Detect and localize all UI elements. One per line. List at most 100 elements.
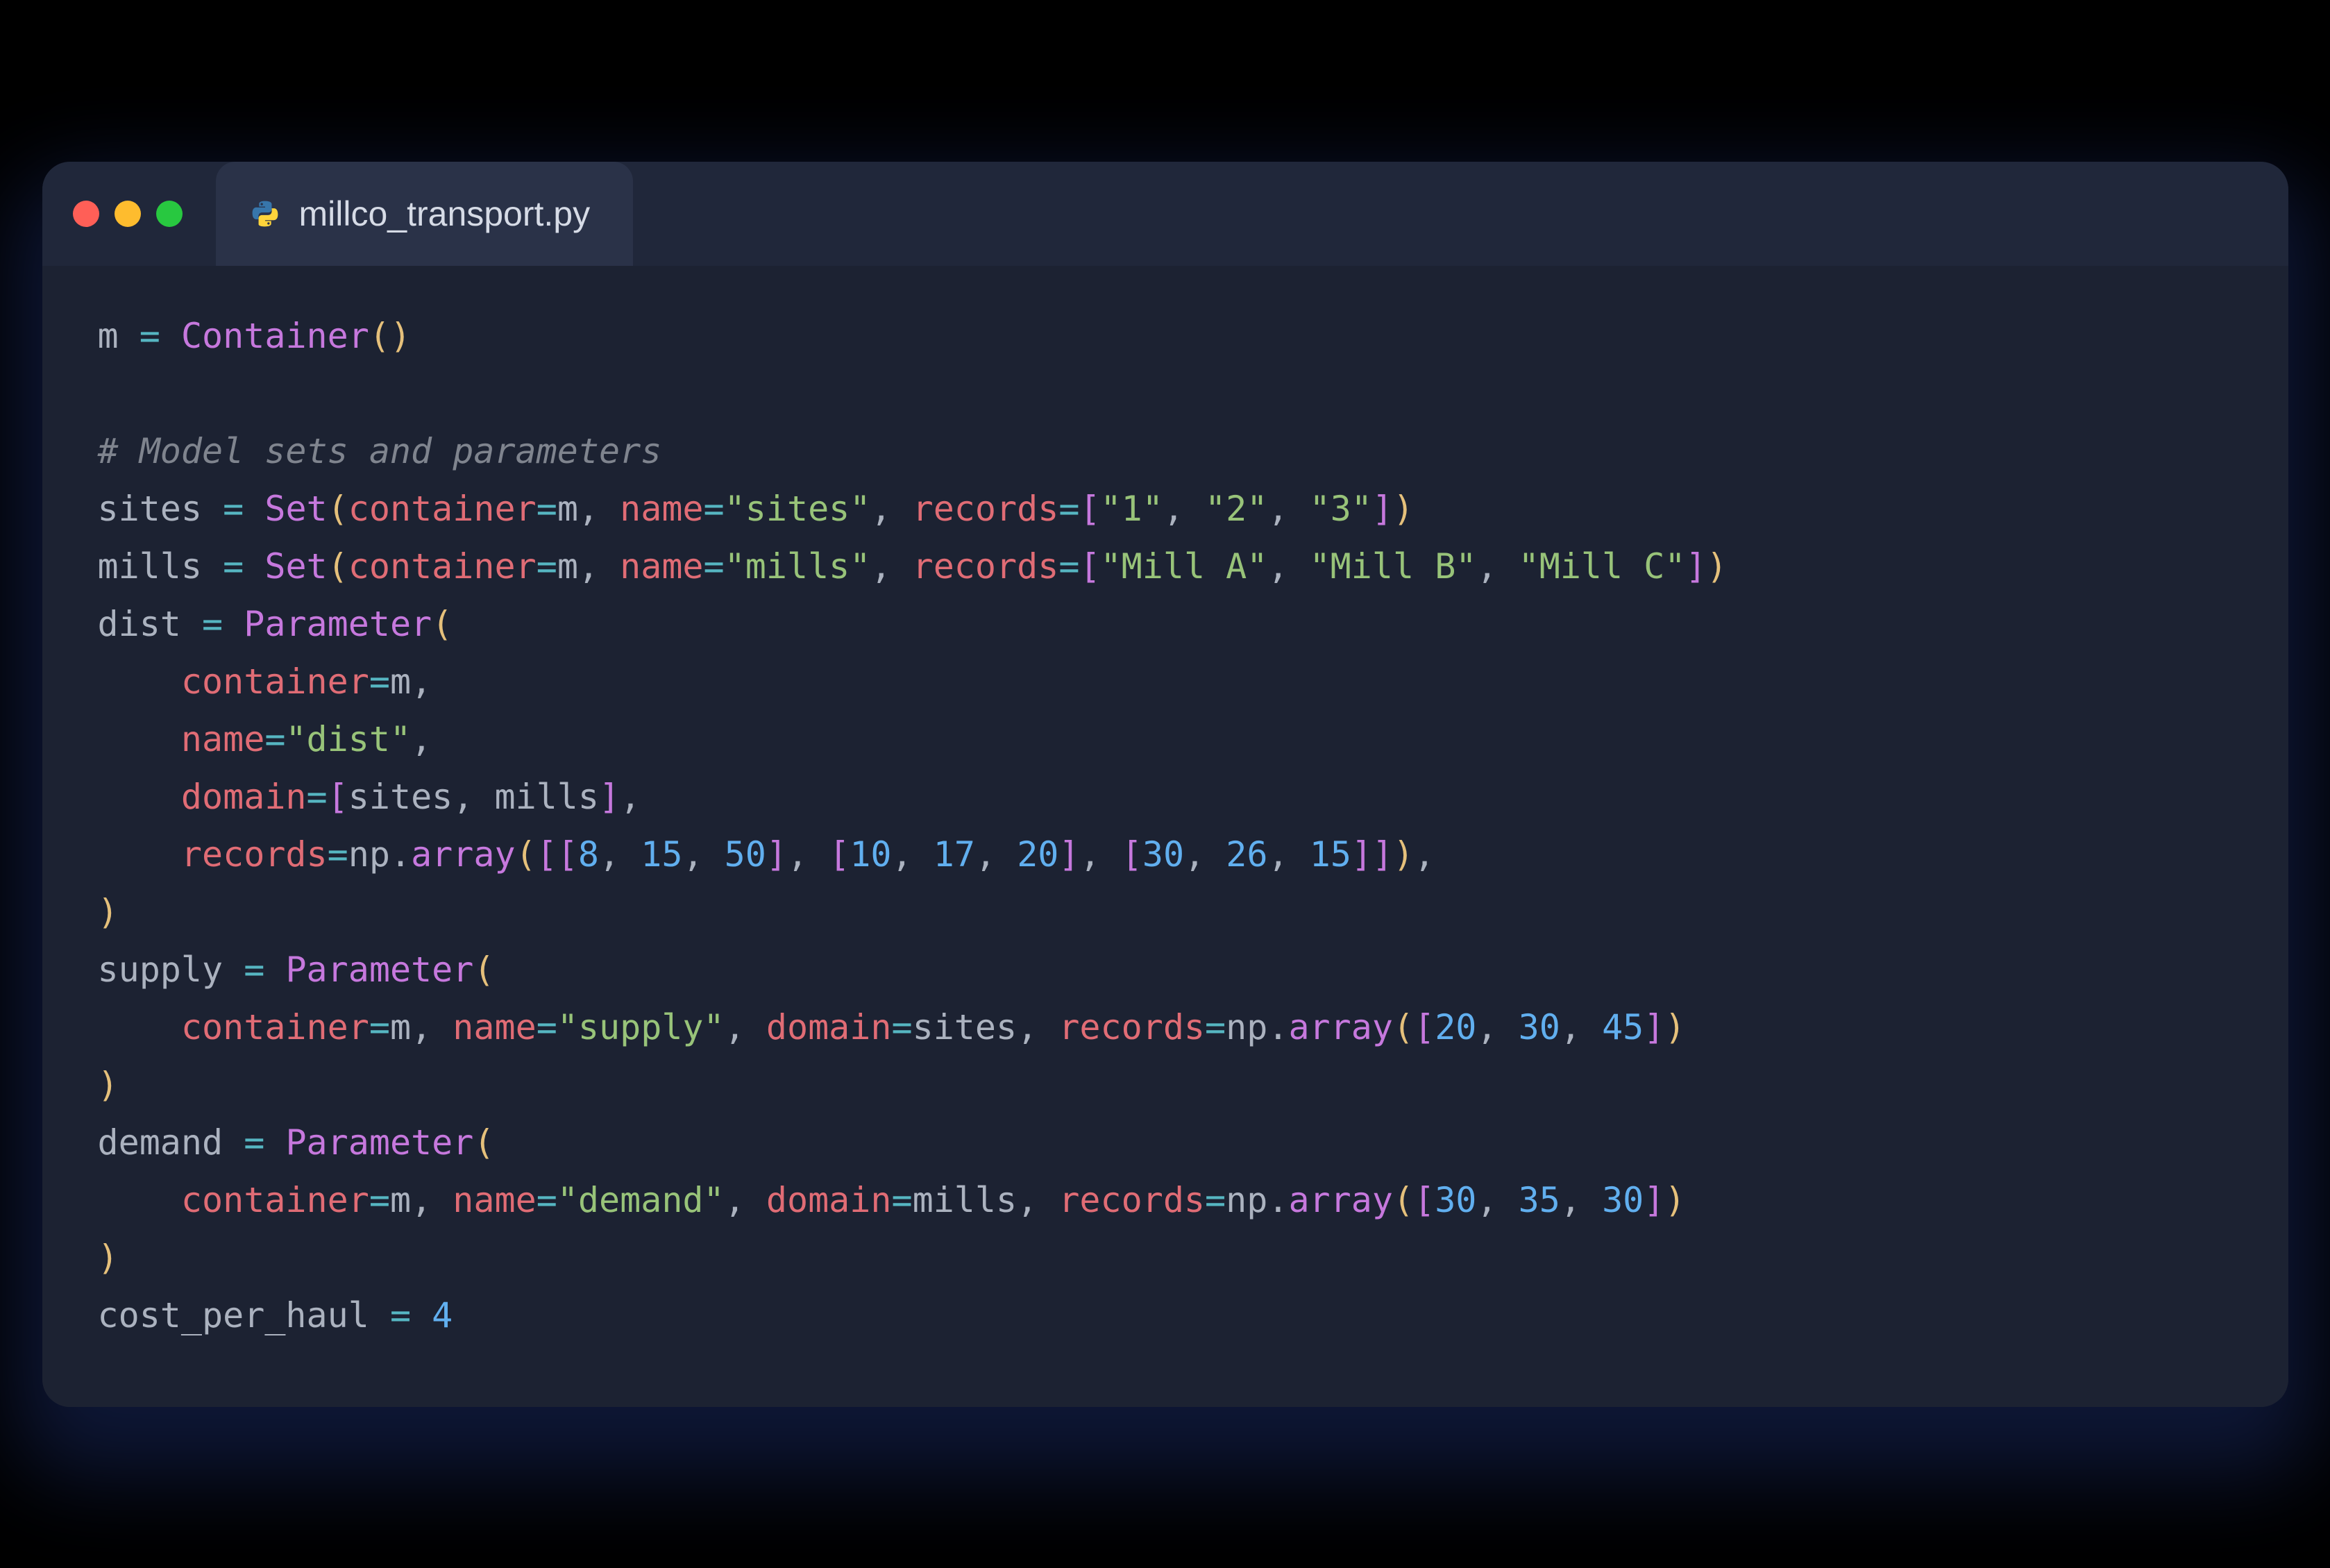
code-token: , bbox=[1184, 834, 1226, 875]
python-icon bbox=[251, 199, 280, 228]
code-token: [ bbox=[328, 777, 348, 817]
code-editor[interactable]: m = Container() # Model sets and paramet… bbox=[42, 266, 2288, 1407]
code-token: , bbox=[725, 1007, 766, 1047]
code-token: container bbox=[348, 546, 537, 587]
tab-label: millco_transport.py bbox=[299, 194, 591, 234]
code-token: , bbox=[870, 489, 912, 529]
code-token bbox=[411, 1295, 432, 1335]
code-token: [ bbox=[1414, 1180, 1435, 1220]
code-token: = bbox=[891, 1180, 912, 1220]
titlebar: millco_transport.py bbox=[42, 162, 2288, 266]
code-token: name bbox=[620, 546, 703, 587]
code-token: , bbox=[1476, 1180, 1518, 1220]
code-token: cost_per_haul bbox=[98, 1295, 390, 1335]
code-token: , bbox=[1268, 834, 1310, 875]
code-token bbox=[98, 1180, 181, 1220]
code-token bbox=[98, 661, 181, 702]
code-token: = bbox=[369, 1007, 390, 1047]
code-token: records bbox=[181, 834, 328, 875]
code-token: = bbox=[390, 1295, 411, 1335]
code-token: = bbox=[1205, 1007, 1226, 1047]
code-token: , bbox=[1560, 1180, 1602, 1220]
code-token: Parameter bbox=[285, 1122, 473, 1163]
code-token: ]] bbox=[1351, 834, 1393, 875]
code-token: ) bbox=[1393, 489, 1414, 529]
code-token: = bbox=[202, 604, 223, 644]
code-token: = bbox=[223, 489, 244, 529]
code-token: domain bbox=[766, 1180, 892, 1220]
code-token: , bbox=[1560, 1007, 1602, 1047]
code-token: sites, mills bbox=[348, 777, 599, 817]
code-token: ( bbox=[1393, 1180, 1414, 1220]
code-token: np. bbox=[1226, 1180, 1288, 1220]
code-token: 8 bbox=[578, 834, 599, 875]
code-token: = bbox=[537, 1180, 557, 1220]
code-token: 35 bbox=[1519, 1180, 1560, 1220]
code-token: ) bbox=[1664, 1007, 1685, 1047]
code-token bbox=[160, 316, 181, 356]
code-token: m, bbox=[390, 1180, 453, 1220]
code-token: [ bbox=[1079, 546, 1100, 587]
code-token: name bbox=[453, 1180, 536, 1220]
code-token: = bbox=[537, 1007, 557, 1047]
code-token: , bbox=[725, 1180, 766, 1220]
code-token: m bbox=[98, 316, 140, 356]
code-token: 45 bbox=[1602, 1007, 1644, 1047]
code-token: ( bbox=[328, 489, 348, 529]
code-token: "mills" bbox=[725, 546, 871, 587]
code-token: = bbox=[1205, 1180, 1226, 1220]
zoom-icon[interactable] bbox=[156, 201, 183, 227]
code-token: name bbox=[453, 1007, 536, 1047]
code-token: domain bbox=[766, 1007, 892, 1047]
code-token: = bbox=[891, 1007, 912, 1047]
code-token bbox=[98, 834, 181, 875]
code-content: m = Container() # Model sets and paramet… bbox=[98, 307, 2233, 1344]
code-token: = bbox=[369, 1180, 390, 1220]
code-token: = bbox=[244, 950, 264, 990]
code-token: domain bbox=[181, 777, 307, 817]
code-token: records bbox=[1058, 1180, 1205, 1220]
tab-active[interactable]: millco_transport.py bbox=[216, 162, 634, 266]
code-token: = bbox=[704, 489, 725, 529]
code-token: supply bbox=[98, 950, 244, 990]
code-token: = bbox=[264, 719, 285, 759]
code-token: 15 bbox=[1310, 834, 1351, 875]
code-token: "sites" bbox=[725, 489, 871, 529]
code-token: , bbox=[975, 834, 1017, 875]
code-token: [[ bbox=[537, 834, 578, 875]
code-token bbox=[98, 1007, 181, 1047]
code-token: ) bbox=[98, 1238, 119, 1278]
code-token: mills, bbox=[913, 1180, 1059, 1220]
code-token: array bbox=[411, 834, 516, 875]
code-token: "3" bbox=[1310, 489, 1372, 529]
code-token: "1" bbox=[1101, 489, 1163, 529]
code-token: Set bbox=[264, 489, 327, 529]
code-token: ) bbox=[98, 892, 119, 932]
code-token: ( bbox=[432, 604, 453, 644]
code-token: np. bbox=[1226, 1007, 1288, 1047]
editor-window: millco_transport.py m = Container() # Mo… bbox=[42, 162, 2288, 1407]
code-token: mills bbox=[98, 546, 223, 587]
code-token: Set bbox=[264, 546, 327, 587]
code-token: , bbox=[1476, 546, 1518, 587]
code-token: 20 bbox=[1017, 834, 1058, 875]
code-token: = bbox=[1058, 489, 1079, 529]
code-token: 50 bbox=[725, 834, 766, 875]
code-token bbox=[98, 777, 181, 817]
minimize-icon[interactable] bbox=[115, 201, 141, 227]
code-token: , bbox=[682, 834, 724, 875]
code-token: , bbox=[1414, 834, 1435, 875]
code-token: array bbox=[1288, 1180, 1393, 1220]
code-token bbox=[244, 546, 264, 587]
code-token: ] bbox=[1372, 489, 1393, 529]
code-token: ) bbox=[1664, 1180, 1685, 1220]
code-token: ] bbox=[1644, 1007, 1664, 1047]
code-token: , bbox=[599, 834, 641, 875]
close-icon[interactable] bbox=[73, 201, 99, 227]
code-token: ) bbox=[98, 1065, 119, 1105]
code-token: 20 bbox=[1435, 1007, 1476, 1047]
code-token: container bbox=[348, 489, 537, 529]
code-token: m, bbox=[390, 1007, 453, 1047]
code-token: name bbox=[620, 489, 703, 529]
code-token: , bbox=[1267, 489, 1309, 529]
